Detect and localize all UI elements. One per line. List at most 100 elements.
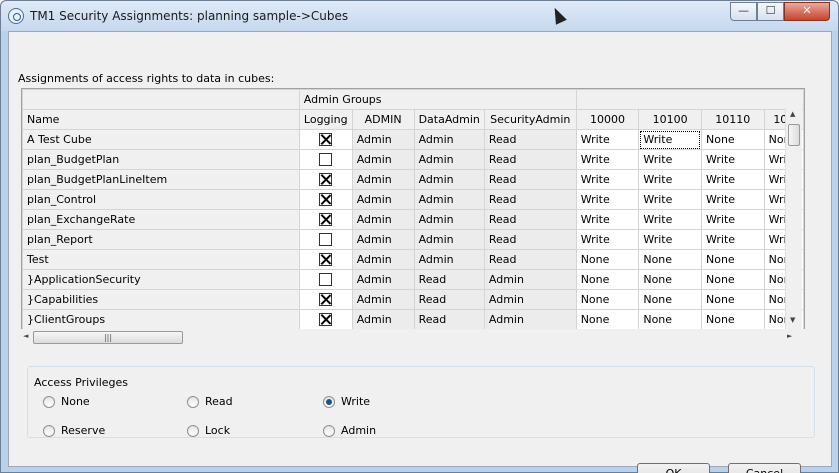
access-cell[interactable]: Admin [483,309,577,329]
scroll-right-icon[interactable]: ► [787,332,792,340]
access-cell[interactable]: None [700,249,765,270]
access-cell[interactable]: Admin [351,269,415,290]
radio-button[interactable] [187,395,199,408]
access-cell[interactable]: Read [413,269,485,290]
scroll-down-icon[interactable]: ▼ [790,316,795,324]
access-cell[interactable]: Admin [413,149,485,170]
radio-button[interactable] [323,424,335,437]
column-header[interactable]: Name [22,109,300,130]
access-cell[interactable]: Admin [351,289,415,310]
access-cell[interactable]: None [700,289,765,310]
column-header[interactable]: 10100 [638,109,702,130]
title-bar[interactable]: TM1 Security Assignments: planning sampl… [1,1,838,31]
logging-checkbox[interactable] [319,233,333,247]
access-cell[interactable]: None [638,309,702,329]
access-cell[interactable]: None [700,309,765,329]
access-cell[interactable]: Write [700,229,765,250]
access-cell[interactable]: Write [638,129,702,150]
access-cell[interactable]: Admin [351,209,415,230]
horizontal-scrollbar[interactable]: ◄ ||| ► [21,329,805,346]
access-cell[interactable]: Read [483,249,577,270]
access-cell[interactable]: None [638,249,702,270]
logging-checkbox[interactable] [319,313,333,327]
radio-button[interactable] [43,424,55,437]
logging-checkbox[interactable] [319,293,333,307]
access-cell[interactable]: Write [700,209,765,230]
access-cell[interactable]: None [638,289,702,310]
access-cell[interactable]: None [575,269,640,290]
access-cell[interactable]: Admin [413,189,485,210]
cube-name-cell[interactable]: }Capabilities [22,289,300,310]
access-cell[interactable]: Admin [483,289,577,310]
access-cell[interactable]: Admin [413,169,485,190]
access-cell[interactable]: None [700,129,765,150]
access-cell[interactable]: Write [575,149,640,170]
cancel-button[interactable]: Cancel [728,463,801,473]
cube-name-cell[interactable]: plan_BudgetPlan [22,149,300,170]
ok-button[interactable]: OK [637,463,710,473]
logging-checkbox[interactable] [319,193,333,207]
radio-write[interactable]: Write [323,395,370,408]
access-cell[interactable]: None [575,289,640,310]
radio-admin[interactable]: Admin [323,424,376,437]
cube-name-cell[interactable]: plan_Control [22,189,300,210]
access-cell[interactable]: Write [700,169,765,190]
vertical-scrollbar[interactable]: ▲ ▼ [785,108,802,330]
access-cell[interactable]: Read [483,209,577,230]
cube-name-cell[interactable]: Test [22,249,300,270]
radio-button[interactable] [323,395,335,408]
access-cell[interactable]: Read [483,189,577,210]
access-cell[interactable]: Write [575,189,640,210]
cube-name-cell[interactable]: }ApplicationSecurity [22,269,300,290]
access-cell[interactable]: Write [575,169,640,190]
access-cell[interactable]: Write [575,229,640,250]
access-cell[interactable]: Write [638,209,702,230]
access-cell[interactable]: Write [638,189,702,210]
column-header[interactable]: 10000 [575,109,640,130]
access-cell[interactable]: Admin [413,209,485,230]
access-cell[interactable]: Write [638,169,702,190]
access-cell[interactable]: Admin [413,129,485,150]
access-cell[interactable]: Admin [351,129,415,150]
access-cell[interactable]: Admin [351,229,415,250]
logging-checkbox[interactable] [319,173,333,187]
access-cell[interactable]: Write [575,209,640,230]
access-cell[interactable]: Admin [483,269,577,290]
access-cell[interactable]: Admin [351,249,415,270]
scroll-up-icon[interactable]: ▲ [790,110,795,118]
access-cell[interactable]: None [575,249,640,270]
access-cell[interactable]: Admin [413,229,485,250]
access-cell[interactable]: Read [483,129,577,150]
cube-name-cell[interactable]: A Test Cube [22,129,300,150]
access-cell[interactable]: Write [700,149,765,170]
access-cell[interactable]: Read [483,229,577,250]
column-header[interactable]: DataAdmin [413,109,485,130]
column-header[interactable]: ADMIN [351,109,415,130]
access-cell[interactable]: Read [413,309,485,329]
radio-button[interactable] [187,424,199,437]
maximize-button[interactable]: ☐ [757,2,784,21]
cube-name-cell[interactable]: plan_ExchangeRate [22,209,300,230]
cube-name-cell[interactable]: plan_BudgetPlanLineItem [22,169,300,190]
access-cell[interactable]: Write [575,129,640,150]
access-cell[interactable]: Admin [351,149,415,170]
access-cell[interactable]: Read [483,169,577,190]
minimize-button[interactable]: — [730,2,757,21]
close-button[interactable]: ✕ [784,2,830,21]
access-cell[interactable]: Write [638,149,702,170]
radio-read[interactable]: Read [187,395,233,408]
access-cell[interactable]: Admin [351,309,415,329]
radio-reserve[interactable]: Reserve [43,424,105,437]
column-header[interactable]: SecurityAdmin [483,109,577,130]
access-cell[interactable]: Write [700,189,765,210]
scroll-left-icon[interactable]: ◄ [23,332,28,340]
access-cell[interactable]: Admin [351,169,415,190]
access-cell[interactable]: Read [483,149,577,170]
horizontal-scroll-thumb[interactable]: ||| [33,331,183,344]
access-cell[interactable]: Write [638,229,702,250]
radio-button[interactable] [43,395,55,408]
column-header[interactable]: Logging [298,109,353,130]
logging-checkbox[interactable] [319,253,333,267]
column-header[interactable]: 10110 [700,109,765,130]
access-cell[interactable]: None [638,269,702,290]
